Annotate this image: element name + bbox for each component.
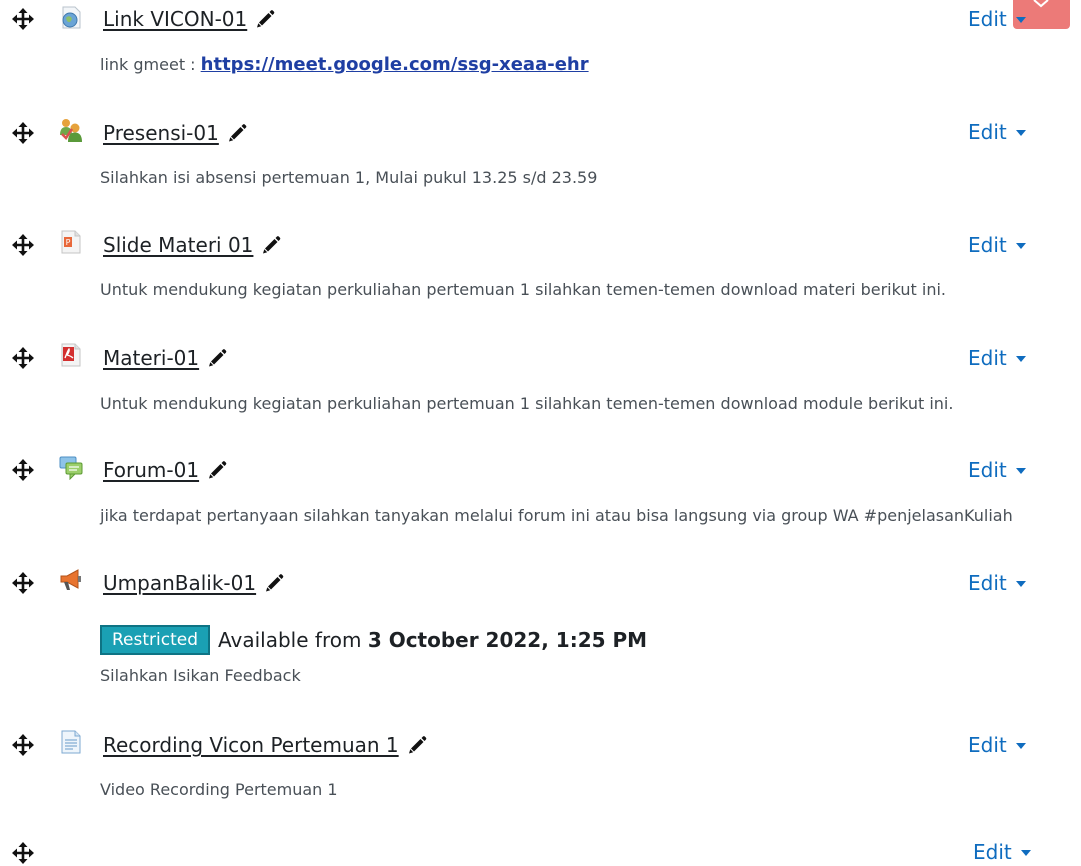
move-icon[interactable] — [11, 233, 35, 257]
edit-menu[interactable]: Edit — [968, 569, 1026, 597]
edit-menu-label: Edit — [973, 840, 1012, 864]
activity-title[interactable]: Materi-01 — [103, 346, 199, 370]
activity-description: Untuk mendukung kegiatan perkuliahan per… — [100, 394, 954, 413]
availability-prefix: Available from — [218, 628, 368, 652]
activity-description: Video Recording Pertemuan 1 — [100, 780, 338, 799]
availability-date: 3 October 2022, 1:25 PM — [367, 628, 648, 652]
edit-title-pencil-icon[interactable] — [407, 735, 427, 755]
svg-text:P: P — [66, 238, 71, 247]
activity-title[interactable]: Presensi-01 — [103, 121, 219, 145]
availability-restriction: Restricted Available from 3 October 2022… — [100, 625, 647, 655]
description-text: link gmeet : — [100, 55, 201, 74]
edit-menu-label: Edit — [968, 733, 1007, 757]
activity-description: Untuk mendukung kegiatan perkuliahan per… — [100, 280, 947, 299]
activity-title[interactable]: Slide Materi 01 — [103, 233, 253, 257]
edit-title-pencil-icon[interactable] — [255, 9, 275, 29]
pdf-file-icon — [61, 343, 81, 367]
caret-down-icon — [1015, 581, 1026, 587]
feedback-megaphone-icon — [60, 569, 81, 590]
activity-description: Silahkan Isikan Feedback — [100, 666, 301, 685]
move-icon[interactable] — [11, 7, 35, 31]
edit-title-pencil-icon[interactable] — [264, 573, 284, 593]
edit-menu[interactable]: Edit — [968, 731, 1026, 759]
edit-menu-label: Edit — [968, 120, 1007, 144]
caret-down-icon — [1015, 130, 1026, 136]
move-icon[interactable] — [11, 841, 35, 865]
attendance-icon — [60, 119, 82, 142]
availability-text: Available from 3 October 2022, 1:25 PM — [218, 628, 647, 652]
gmeet-link[interactable]: https://meet.google.com/ssg-xeaa-ehr — [201, 54, 589, 75]
caret-down-icon — [1015, 743, 1026, 749]
activity-description: jika terdapat pertanyaan silahkan tanyak… — [100, 506, 1013, 525]
edit-menu-label: Edit — [968, 233, 1007, 257]
forum-icon — [59, 456, 83, 480]
activity-title[interactable]: Recording Vicon Pertemuan 1 — [103, 733, 399, 757]
page-document-icon — [61, 730, 81, 754]
move-icon[interactable] — [11, 458, 35, 482]
edit-title-pencil-icon[interactable] — [261, 235, 281, 255]
powerpoint-file-icon: P — [61, 230, 81, 254]
edit-title-pencil-icon[interactable] — [207, 348, 227, 368]
activity-title[interactable]: Link VICON-01 — [103, 7, 247, 31]
move-icon[interactable] — [11, 346, 35, 370]
edit-menu-label: Edit — [968, 346, 1007, 370]
caret-down-icon — [1015, 468, 1026, 474]
activity-description: link gmeet : https://meet.google.com/ssg… — [100, 54, 589, 75]
edit-menu-label: Edit — [968, 571, 1007, 595]
move-icon[interactable] — [11, 571, 35, 595]
restricted-badge: Restricted — [100, 625, 211, 655]
activity-title[interactable]: Forum-01 — [103, 458, 199, 482]
caret-down-icon — [1020, 850, 1031, 856]
activity-title[interactable]: UmpanBalik-01 — [103, 571, 256, 595]
edit-menu-label: Edit — [968, 458, 1007, 482]
move-icon[interactable] — [11, 121, 35, 145]
caret-down-icon — [1015, 356, 1026, 362]
edit-menu-label: Edit — [968, 7, 1007, 31]
edit-title-pencil-icon[interactable] — [207, 460, 227, 480]
edit-menu[interactable]: Edit — [968, 456, 1026, 484]
edit-title-pencil-icon[interactable] — [227, 123, 247, 143]
edit-menu[interactable]: Edit — [968, 118, 1026, 146]
caret-down-icon — [1015, 17, 1026, 23]
activity-description: Silahkan isi absensi pertemuan 1, Mulai … — [100, 168, 598, 187]
url-globe-icon — [62, 6, 81, 29]
edit-menu[interactable]: Edit — [968, 344, 1026, 372]
edit-menu[interactable]: Edit — [968, 5, 1026, 33]
caret-down-icon — [1015, 243, 1026, 249]
move-icon[interactable] — [11, 733, 35, 757]
edit-menu[interactable]: Edit — [973, 838, 1031, 866]
edit-menu[interactable]: Edit — [968, 231, 1026, 259]
